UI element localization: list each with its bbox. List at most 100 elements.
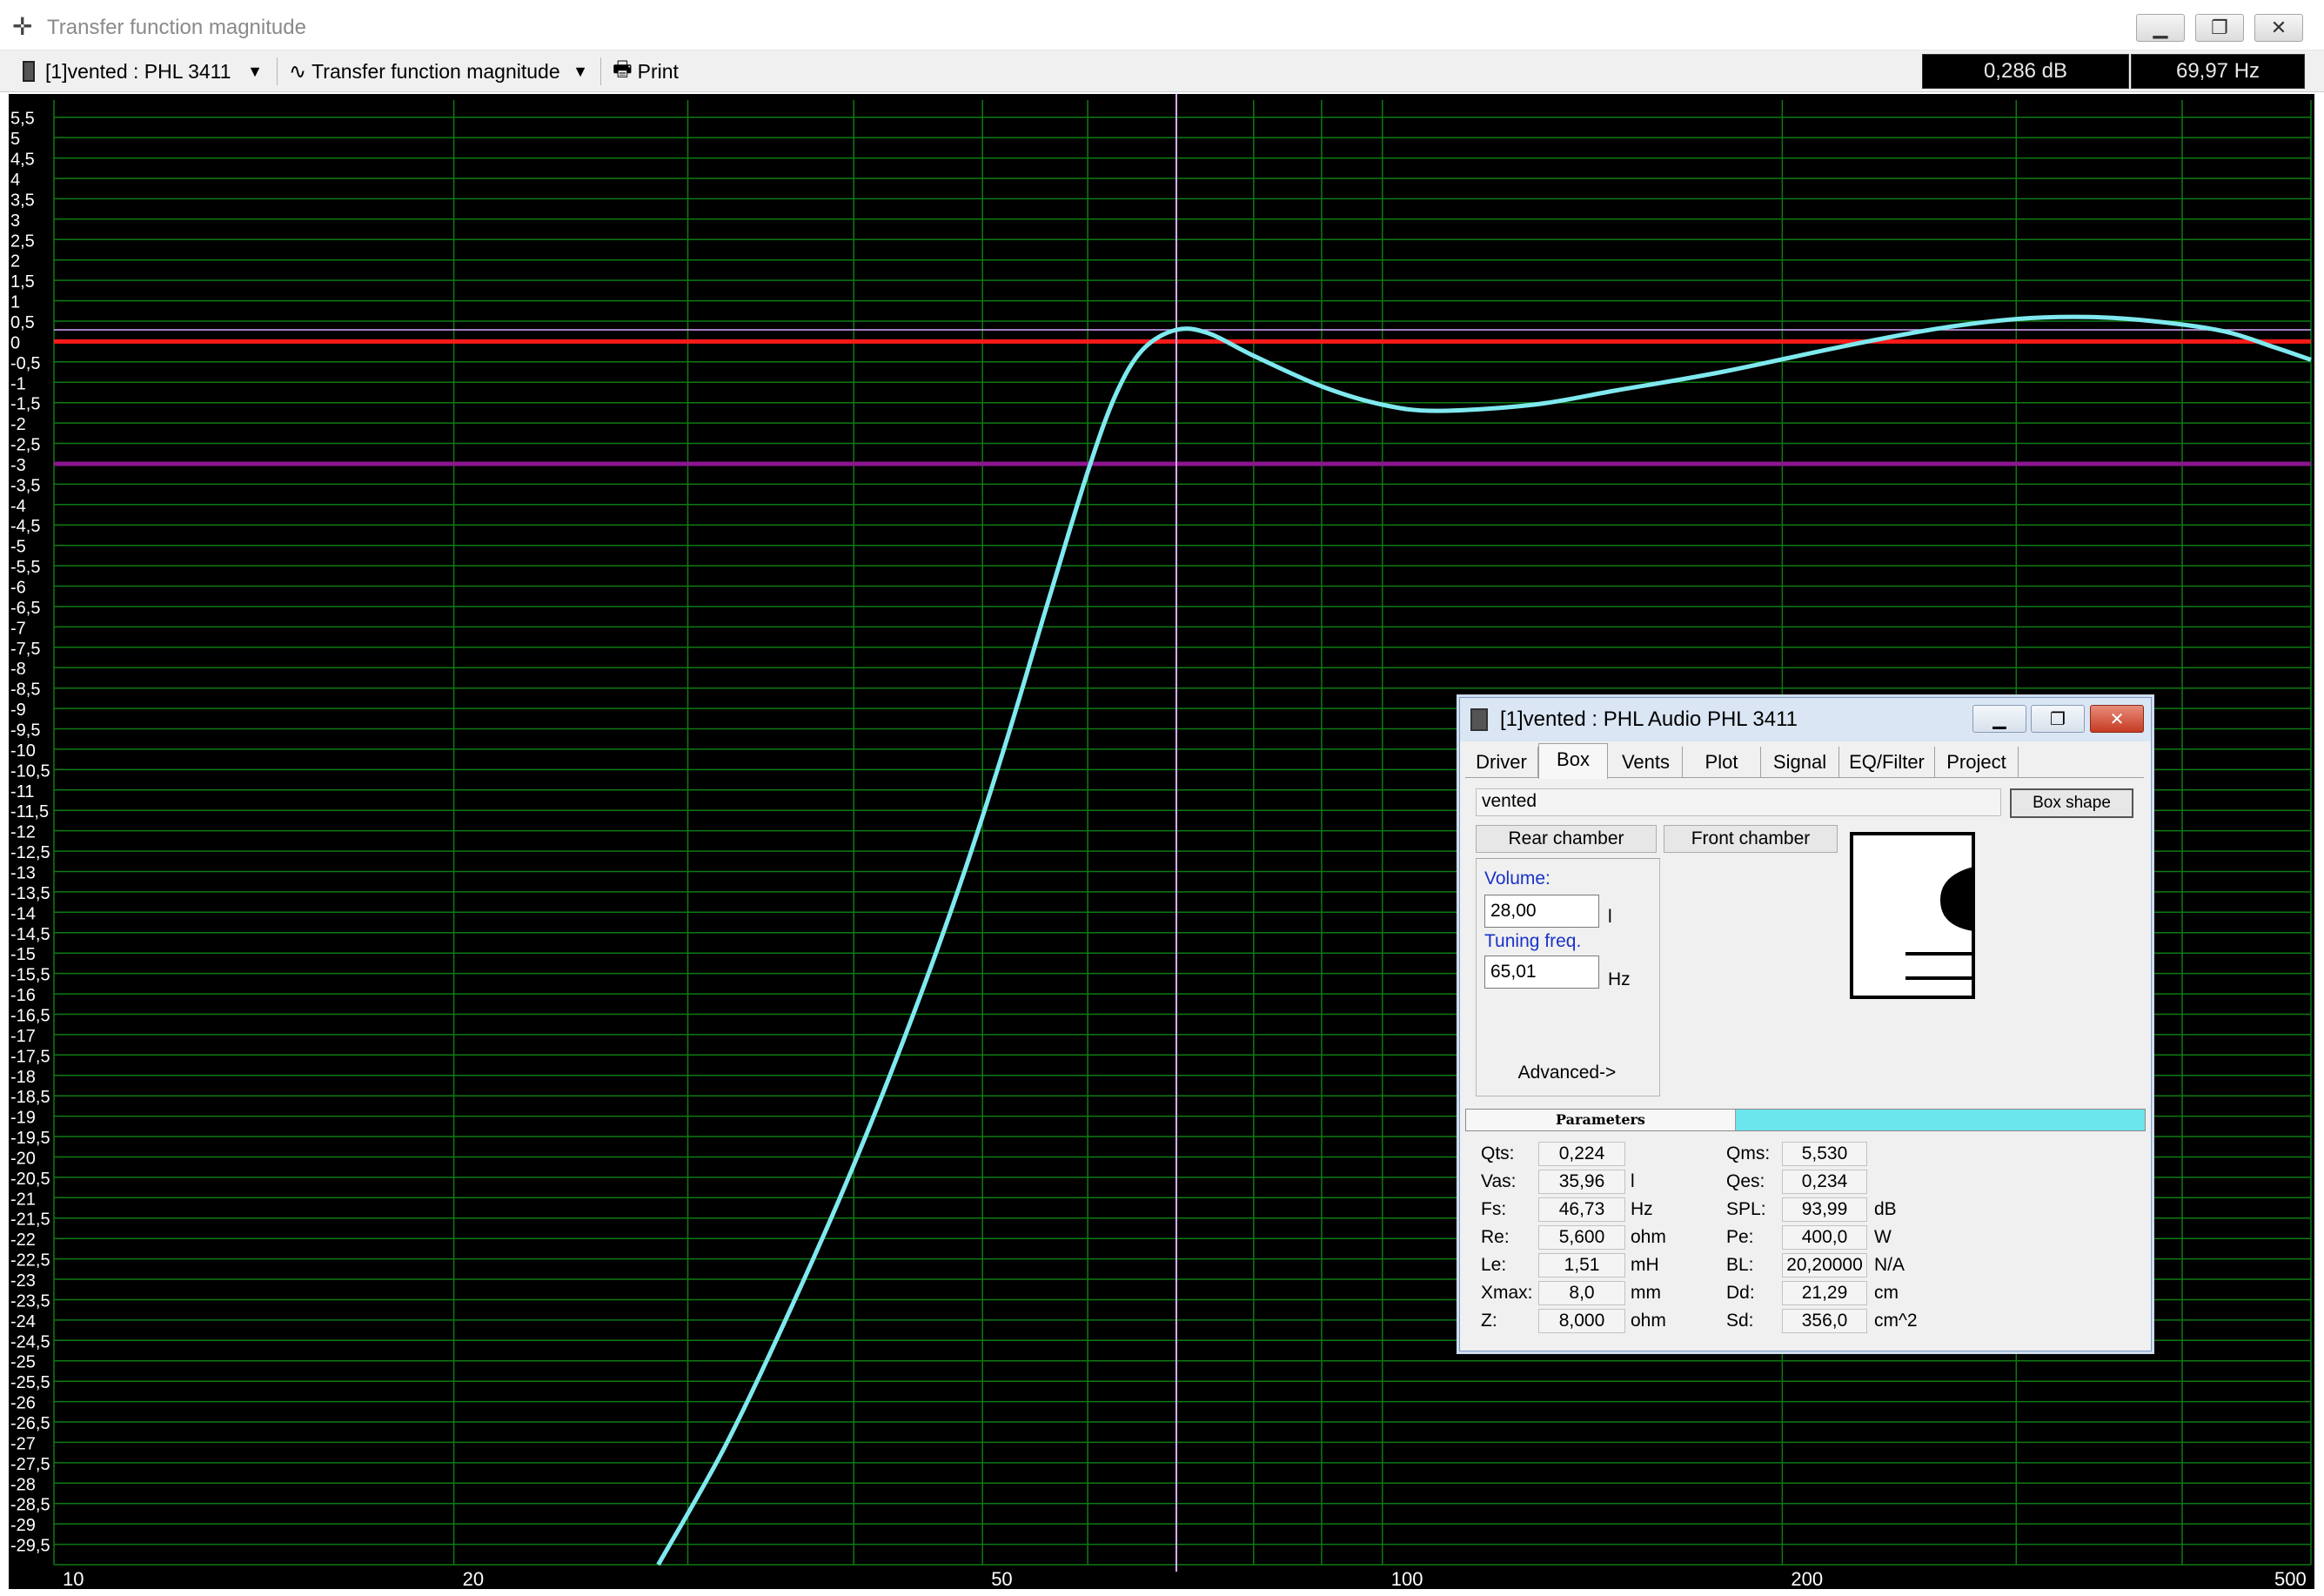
y-tick-label: -24 — [10, 1312, 36, 1331]
y-tick-label: -11 — [10, 782, 34, 801]
y-tick-label: -28,5 — [10, 1496, 50, 1515]
y-tick-label: -9,5 — [10, 721, 40, 741]
box-shape-button[interactable]: Box shape — [2010, 788, 2133, 818]
param-value[interactable]: 0,234 — [1782, 1170, 1867, 1194]
y-tick-label: -8 — [10, 660, 26, 679]
level-readout: 0,286 dB — [1922, 54, 2129, 89]
param-label: Xmax: — [1481, 1283, 1533, 1303]
param-label: BL: — [1726, 1255, 1754, 1275]
driver-box-dialog: [1]vented : PHL Audio PHL 3411 ▁ ❐ ✕ Dri… — [1459, 697, 2152, 1351]
dialog-titlebar[interactable]: [1]vented : PHL Audio PHL 3411 ▁ ❐ ✕ — [1460, 698, 2151, 741]
param-value[interactable]: 356,0 — [1782, 1309, 1867, 1333]
dialog-title: [1]vented : PHL Audio PHL 3411 — [1500, 707, 1798, 731]
param-label: Le: — [1481, 1255, 1507, 1275]
dialog-restore-button[interactable]: ❐ — [2031, 705, 2085, 733]
param-value[interactable]: 8,0 — [1538, 1281, 1625, 1305]
y-tick-label: -24,5 — [10, 1332, 50, 1351]
tuning-freq-label: Tuning freq. — [1484, 931, 1582, 951]
restore-button[interactable]: ❐ — [2195, 14, 2244, 42]
print-button[interactable]: 🖶 Print — [613, 57, 679, 85]
view-select-dropdown[interactable]: ▼ — [566, 57, 595, 85]
y-tick-label: -7,5 — [10, 640, 40, 659]
y-tick-label: -13,5 — [10, 884, 50, 903]
tab-driver[interactable]: Driver — [1465, 747, 1538, 778]
dialog-close-button[interactable]: ✕ — [2090, 705, 2144, 733]
dialog-minimize-button[interactable]: ▁ — [1972, 705, 2026, 733]
volume-label: Volume: — [1484, 868, 1550, 889]
toolbar: [1]vented : PHL 3411 ▼ ∿ Transfer functi… — [0, 50, 2324, 92]
param-value[interactable]: 20,20000 — [1782, 1253, 1867, 1277]
y-tick-label: -2,5 — [10, 436, 40, 455]
y-tick-label: -13 — [10, 864, 36, 883]
window-title: Transfer function magnitude — [47, 16, 306, 39]
param-value[interactable]: 400,0 — [1782, 1225, 1867, 1250]
param-unit: cm — [1874, 1283, 1899, 1303]
param-unit: mH — [1631, 1255, 1659, 1275]
y-tick-label: -3 — [10, 456, 26, 475]
param-value[interactable]: 93,99 — [1782, 1197, 1867, 1222]
chevron-down-icon: ▼ — [247, 62, 263, 80]
speaker-icon — [1470, 708, 1488, 731]
param-value[interactable]: 8,000 — [1538, 1309, 1625, 1333]
tab-signal[interactable]: Signal — [1761, 747, 1839, 778]
param-label: Re: — [1481, 1227, 1510, 1247]
param-value[interactable]: 35,96 — [1538, 1170, 1625, 1194]
param-unit: Hz — [1631, 1199, 1653, 1219]
y-tick-label: -27,5 — [10, 1455, 50, 1474]
param-value[interactable]: 5,530 — [1782, 1142, 1867, 1166]
rear-chamber-button[interactable]: Rear chamber — [1476, 825, 1657, 853]
param-label: Qts: — [1481, 1143, 1515, 1163]
project-select[interactable]: [1]vented : PHL 3411 — [23, 57, 231, 85]
volume-input[interactable]: 28,00 — [1484, 895, 1599, 928]
y-tick-label: -29 — [10, 1516, 36, 1535]
x-tick-label: 10 — [63, 1568, 84, 1589]
param-value[interactable]: 0,224 — [1538, 1142, 1625, 1166]
y-tick-label: -2 — [10, 415, 26, 434]
tab-box[interactable]: Box — [1538, 743, 1608, 779]
advanced-button[interactable]: Advanced-> — [1486, 1058, 1648, 1088]
y-tick-label: -10 — [10, 741, 36, 761]
tab-project[interactable]: Project — [1935, 747, 2019, 778]
view-select[interactable]: ∿ Transfer function magnitude — [289, 57, 560, 85]
x-tick-label: 200 — [1791, 1568, 1823, 1589]
param-value[interactable]: 46,73 — [1538, 1197, 1625, 1222]
param-value[interactable]: 5,600 — [1538, 1225, 1625, 1250]
y-tick-label: 1,5 — [10, 272, 35, 292]
x-tick-label: 20 — [463, 1568, 484, 1589]
tab-plot[interactable]: Plot — [1683, 747, 1761, 778]
y-tick-label: -20,5 — [10, 1170, 50, 1189]
param-unit: dB — [1874, 1199, 1897, 1219]
param-label: Vas: — [1481, 1171, 1517, 1191]
y-tick-label: -19,5 — [10, 1129, 50, 1148]
param-label: Sd: — [1726, 1311, 1754, 1331]
y-tick-label: 2 — [10, 252, 20, 272]
param-value[interactable]: 21,29 — [1782, 1281, 1867, 1305]
waveform-icon: ∿ — [289, 59, 307, 84]
printer-icon: 🖶 — [613, 57, 633, 81]
y-tick-label: -6,5 — [10, 599, 40, 618]
param-label: Qes: — [1726, 1171, 1765, 1191]
tab-vents[interactable]: Vents — [1610, 747, 1683, 778]
toolbar-separator — [600, 57, 601, 85]
tab-eq-filter[interactable]: EQ/Filter — [1839, 747, 1935, 778]
y-tick-label: -29,5 — [10, 1537, 50, 1556]
minimize-button[interactable]: ▁ — [2136, 14, 2185, 42]
tuning-freq-input[interactable]: 65,01 — [1484, 956, 1599, 989]
y-tick-label: -28 — [10, 1475, 36, 1494]
crosshair-icon: ✛ — [12, 13, 33, 40]
y-tick-label: -17 — [10, 1027, 36, 1046]
y-tick-label: 4 — [10, 171, 20, 190]
project-select-dropdown[interactable]: ▼ — [240, 57, 270, 85]
y-tick-label: -10,5 — [10, 761, 50, 781]
param-unit: ohm — [1631, 1227, 1666, 1247]
y-tick-label: -21 — [10, 1190, 36, 1209]
close-button[interactable]: ✕ — [2254, 14, 2303, 42]
parameters-bar: Parameters — [1465, 1109, 2146, 1131]
front-chamber-button[interactable]: Front chamber — [1664, 825, 1838, 853]
y-tick-label: -16 — [10, 986, 36, 1005]
box-name-field[interactable]: vented — [1476, 788, 2001, 816]
parameters-tab[interactable]: Parameters — [1466, 1110, 1736, 1130]
volume-unit: l — [1608, 907, 1612, 927]
y-tick-label: -15 — [10, 945, 36, 964]
param-value[interactable]: 1,51 — [1538, 1253, 1625, 1277]
